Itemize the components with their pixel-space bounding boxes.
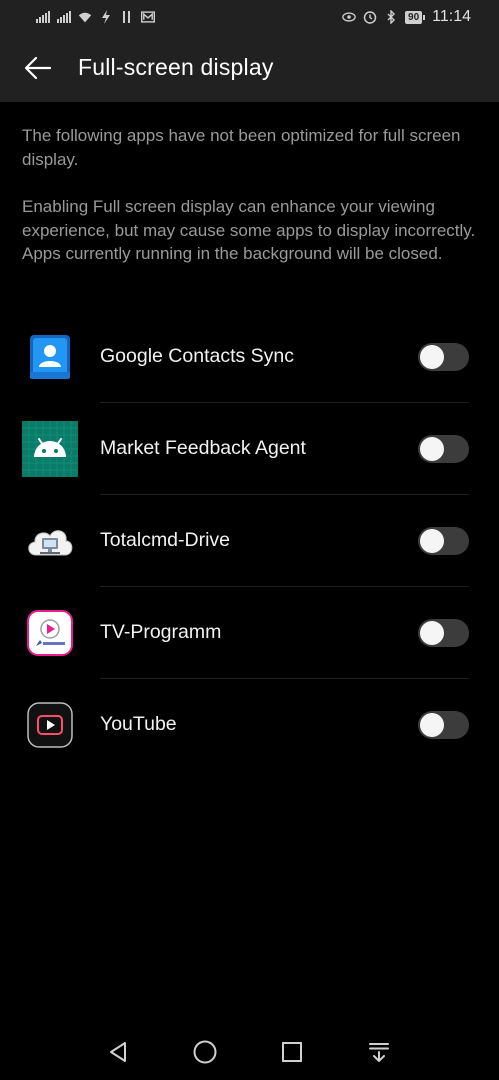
list-item: TV-Programm bbox=[0, 587, 499, 679]
eye-icon bbox=[342, 10, 356, 24]
flash-icon bbox=[99, 10, 113, 24]
mail-icon bbox=[141, 10, 155, 24]
status-bar: 90 11:14 bbox=[0, 0, 499, 34]
nav-home-icon bbox=[193, 1040, 217, 1064]
status-right-icons: 90 11:14 bbox=[342, 8, 471, 26]
fullscreen-toggle-totalcmd-drive[interactable] bbox=[418, 527, 469, 555]
app-name: TV-Programm bbox=[100, 621, 222, 643]
status-left-icons bbox=[36, 10, 155, 24]
nav-back-icon bbox=[110, 1042, 126, 1062]
app-list: Google Contacts Sync Market Feedback Age… bbox=[0, 311, 499, 771]
nav-recent-button[interactable] bbox=[276, 1036, 308, 1068]
nav-back-button[interactable] bbox=[102, 1036, 134, 1068]
fullscreen-toggle-google-contacts-sync[interactable] bbox=[418, 343, 469, 371]
nav-home-button[interactable] bbox=[189, 1036, 221, 1068]
signal-icon bbox=[57, 11, 71, 23]
fullscreen-toggle-youtube[interactable] bbox=[418, 711, 469, 739]
nav-notification-button[interactable] bbox=[363, 1036, 395, 1068]
app-name: YouTube bbox=[100, 713, 177, 735]
app-name: Totalcmd-Drive bbox=[100, 529, 231, 551]
wifi-icon bbox=[78, 10, 92, 24]
nav-notification-down-icon bbox=[369, 1043, 389, 1062]
bluetooth-icon bbox=[384, 10, 398, 24]
description-paragraph-1: The following apps have not been optimiz… bbox=[22, 126, 461, 169]
alarm-icon bbox=[363, 10, 377, 24]
signal-icon bbox=[36, 11, 50, 23]
back-button[interactable] bbox=[22, 52, 54, 84]
status-time: 11:14 bbox=[432, 8, 471, 25]
android-icon bbox=[22, 421, 78, 477]
cloud-drive-icon bbox=[22, 513, 78, 569]
tv-spielfilm-icon bbox=[22, 605, 78, 661]
page-title: Full-screen display bbox=[78, 54, 274, 80]
arrow-left-icon bbox=[24, 56, 52, 80]
app-bar: Full-screen display bbox=[0, 34, 499, 102]
list-item: Google Contacts Sync bbox=[0, 311, 499, 403]
nav-recent-icon bbox=[282, 1042, 302, 1062]
fullscreen-toggle-tv-programm[interactable] bbox=[418, 619, 469, 647]
description-paragraph-2: Enabling Full screen display can enhance… bbox=[22, 197, 476, 263]
contacts-sync-icon bbox=[22, 329, 78, 385]
battery-level: 90 bbox=[405, 10, 423, 24]
app-name: Google Contacts Sync bbox=[100, 345, 295, 367]
list-item: Market Feedback Agent bbox=[0, 403, 499, 495]
list-item: Totalcmd-Drive bbox=[0, 495, 499, 587]
app-name: Market Feedback Agent bbox=[100, 437, 306, 459]
navigation-bar bbox=[0, 1024, 499, 1080]
youtube-icon bbox=[22, 697, 78, 753]
notification-icon bbox=[120, 10, 134, 24]
fullscreen-toggle-market-feedback-agent[interactable] bbox=[418, 435, 469, 463]
list-item: YouTube bbox=[0, 679, 499, 771]
battery-icon: 90 bbox=[405, 10, 426, 24]
